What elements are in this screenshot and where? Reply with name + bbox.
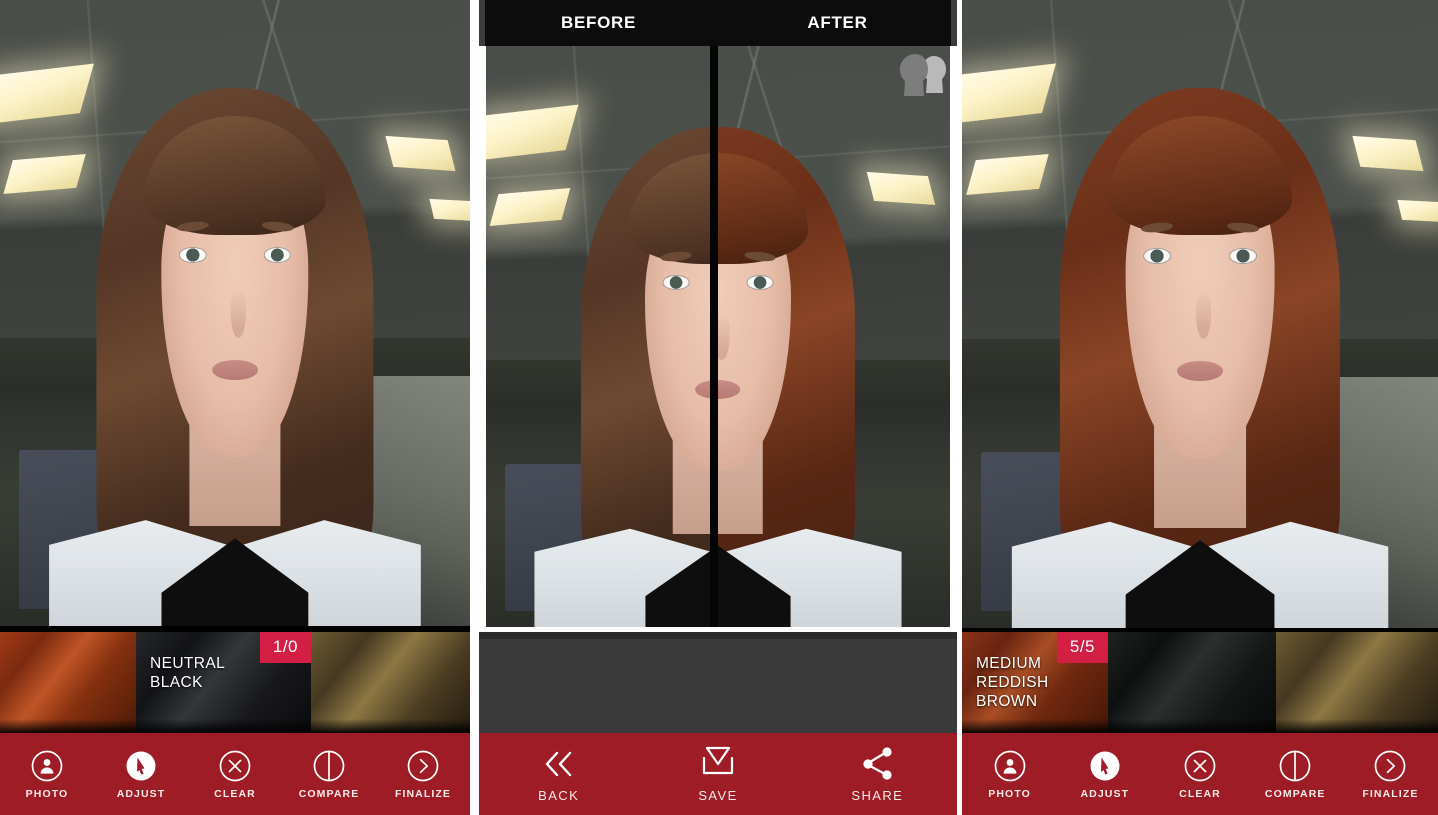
strip-top-edge — [479, 632, 957, 639]
eye-left — [179, 247, 207, 263]
eye-right — [1229, 248, 1257, 264]
toolbar-button-label: SHARE — [851, 788, 903, 803]
toolbar-button-share[interactable]: SHARE — [798, 745, 957, 803]
toolbar-button-finalize[interactable]: FINALIZE — [376, 749, 470, 800]
strip-shadow — [962, 719, 1438, 733]
compare-toolbar: BACK SAVE SHARE — [479, 733, 957, 815]
header-edge-left — [479, 0, 485, 46]
panel-compare-view: BEFORE AFTER — [479, 0, 957, 815]
editor-toolbar: PHOTO ADJUST CLEAR COMPARE FINALIZE — [962, 733, 1438, 815]
toolbar-button-label: PHOTO — [26, 788, 69, 800]
lips — [1177, 361, 1223, 381]
shade-swatch[interactable]: NEUTRAL BLACK 1/0 — [136, 632, 311, 733]
toolbar-button-label: PHOTO — [988, 788, 1031, 800]
editor-toolbar: PHOTO ADJUST CLEAR COMPARE FINALIZE — [0, 733, 470, 815]
toolbar-button-label: COMPARE — [299, 788, 360, 800]
toolbar-button-label: CLEAR — [214, 788, 256, 800]
eye-right — [264, 247, 292, 263]
hand-cursor-circle-icon — [1088, 749, 1122, 783]
shade-swatch-label: NEUTRAL BLACK — [150, 654, 225, 692]
toolbar-button-clear[interactable]: CLEAR — [1152, 749, 1247, 800]
shade-swatch[interactable] — [0, 632, 136, 733]
shade-code-badge: 1/0 — [260, 632, 311, 663]
person-circle-icon — [30, 749, 64, 783]
before-after-header: BEFORE AFTER — [479, 0, 957, 46]
save-tray-icon — [697, 745, 739, 783]
photo-preview-after[interactable] — [962, 0, 1438, 628]
compare-divider-handle[interactable] — [710, 46, 718, 627]
panel-editor-before: NEUTRAL BLACK 1/0 PHOTO ADJUST CLEAR — [0, 0, 470, 815]
eye-left — [1143, 248, 1171, 264]
toolbar-button-adjust[interactable]: ADJUST — [1057, 749, 1152, 800]
chevron-right-circle-icon — [1373, 749, 1407, 783]
shade-swatch[interactable]: MEDIUM REDDISH BROWN 5/5 — [962, 632, 1108, 733]
subject-portrait — [19, 0, 451, 626]
chevron-right-circle-icon — [406, 749, 440, 783]
shade-swatch-label: MEDIUM REDDISH BROWN — [976, 654, 1049, 711]
split-circle-icon — [312, 749, 346, 783]
panel-editor-after: MEDIUM REDDISH BROWN 5/5 PHOTO ADJUST — [962, 0, 1438, 815]
toolbar-button-clear[interactable]: CLEAR — [188, 749, 282, 800]
eye-left — [663, 275, 690, 290]
split-circle-icon — [1278, 749, 1312, 783]
hand-cursor-circle-icon — [124, 749, 158, 783]
panel-divider — [470, 0, 479, 815]
person-circle-icon — [993, 749, 1027, 783]
shade-swatch-strip[interactable]: MEDIUM REDDISH BROWN 5/5 — [962, 632, 1438, 733]
shade-swatch[interactable] — [1276, 632, 1438, 733]
double-chevron-left-icon — [538, 745, 580, 783]
toolbar-button-compare[interactable]: COMPARE — [1248, 749, 1343, 800]
toolbar-button-label: ADJUST — [1081, 788, 1130, 800]
close-circle-icon — [1183, 749, 1217, 783]
toolbar-button-photo[interactable]: PHOTO — [0, 749, 94, 800]
toolbar-button-compare[interactable]: COMPARE — [282, 749, 376, 800]
shade-swatch[interactable] — [311, 632, 470, 733]
toolbar-button-label: SAVE — [698, 788, 737, 803]
toolbar-button-label: FINALIZE — [395, 788, 451, 800]
shade-swatch[interactable] — [1108, 632, 1276, 733]
subject-portrait — [981, 0, 1419, 628]
two-heads-icon — [893, 48, 949, 96]
toolbar-button-label: ADJUST — [117, 788, 166, 800]
compare-photo[interactable] — [486, 46, 950, 627]
toolbar-button-adjust[interactable]: ADJUST — [94, 749, 188, 800]
shade-swatch-strip[interactable]: NEUTRAL BLACK 1/0 — [0, 632, 470, 733]
toolbar-button-back[interactable]: BACK — [479, 745, 638, 803]
app-root: NEUTRAL BLACK 1/0 PHOTO ADJUST CLEAR — [0, 0, 1438, 815]
strip-shadow — [0, 719, 470, 733]
share-nodes-icon — [856, 745, 898, 783]
eye-right — [746, 275, 773, 290]
label-before: BEFORE — [479, 13, 718, 33]
label-after: AFTER — [718, 13, 957, 33]
photo-preview-before[interactable] — [0, 0, 470, 626]
lips — [212, 360, 257, 380]
close-circle-icon — [218, 749, 252, 783]
compare-blank-strip — [479, 632, 957, 733]
toolbar-button-save[interactable]: SAVE — [638, 745, 797, 803]
shade-code-badge: 5/5 — [1057, 632, 1108, 663]
toolbar-button-finalize[interactable]: FINALIZE — [1343, 749, 1438, 800]
header-edge-right — [951, 0, 957, 46]
toolbar-button-label: FINALIZE — [1362, 788, 1418, 800]
toolbar-button-label: BACK — [538, 788, 579, 803]
toolbar-button-label: CLEAR — [1179, 788, 1221, 800]
toolbar-button-label: COMPARE — [1265, 788, 1326, 800]
toolbar-button-photo[interactable]: PHOTO — [962, 749, 1057, 800]
